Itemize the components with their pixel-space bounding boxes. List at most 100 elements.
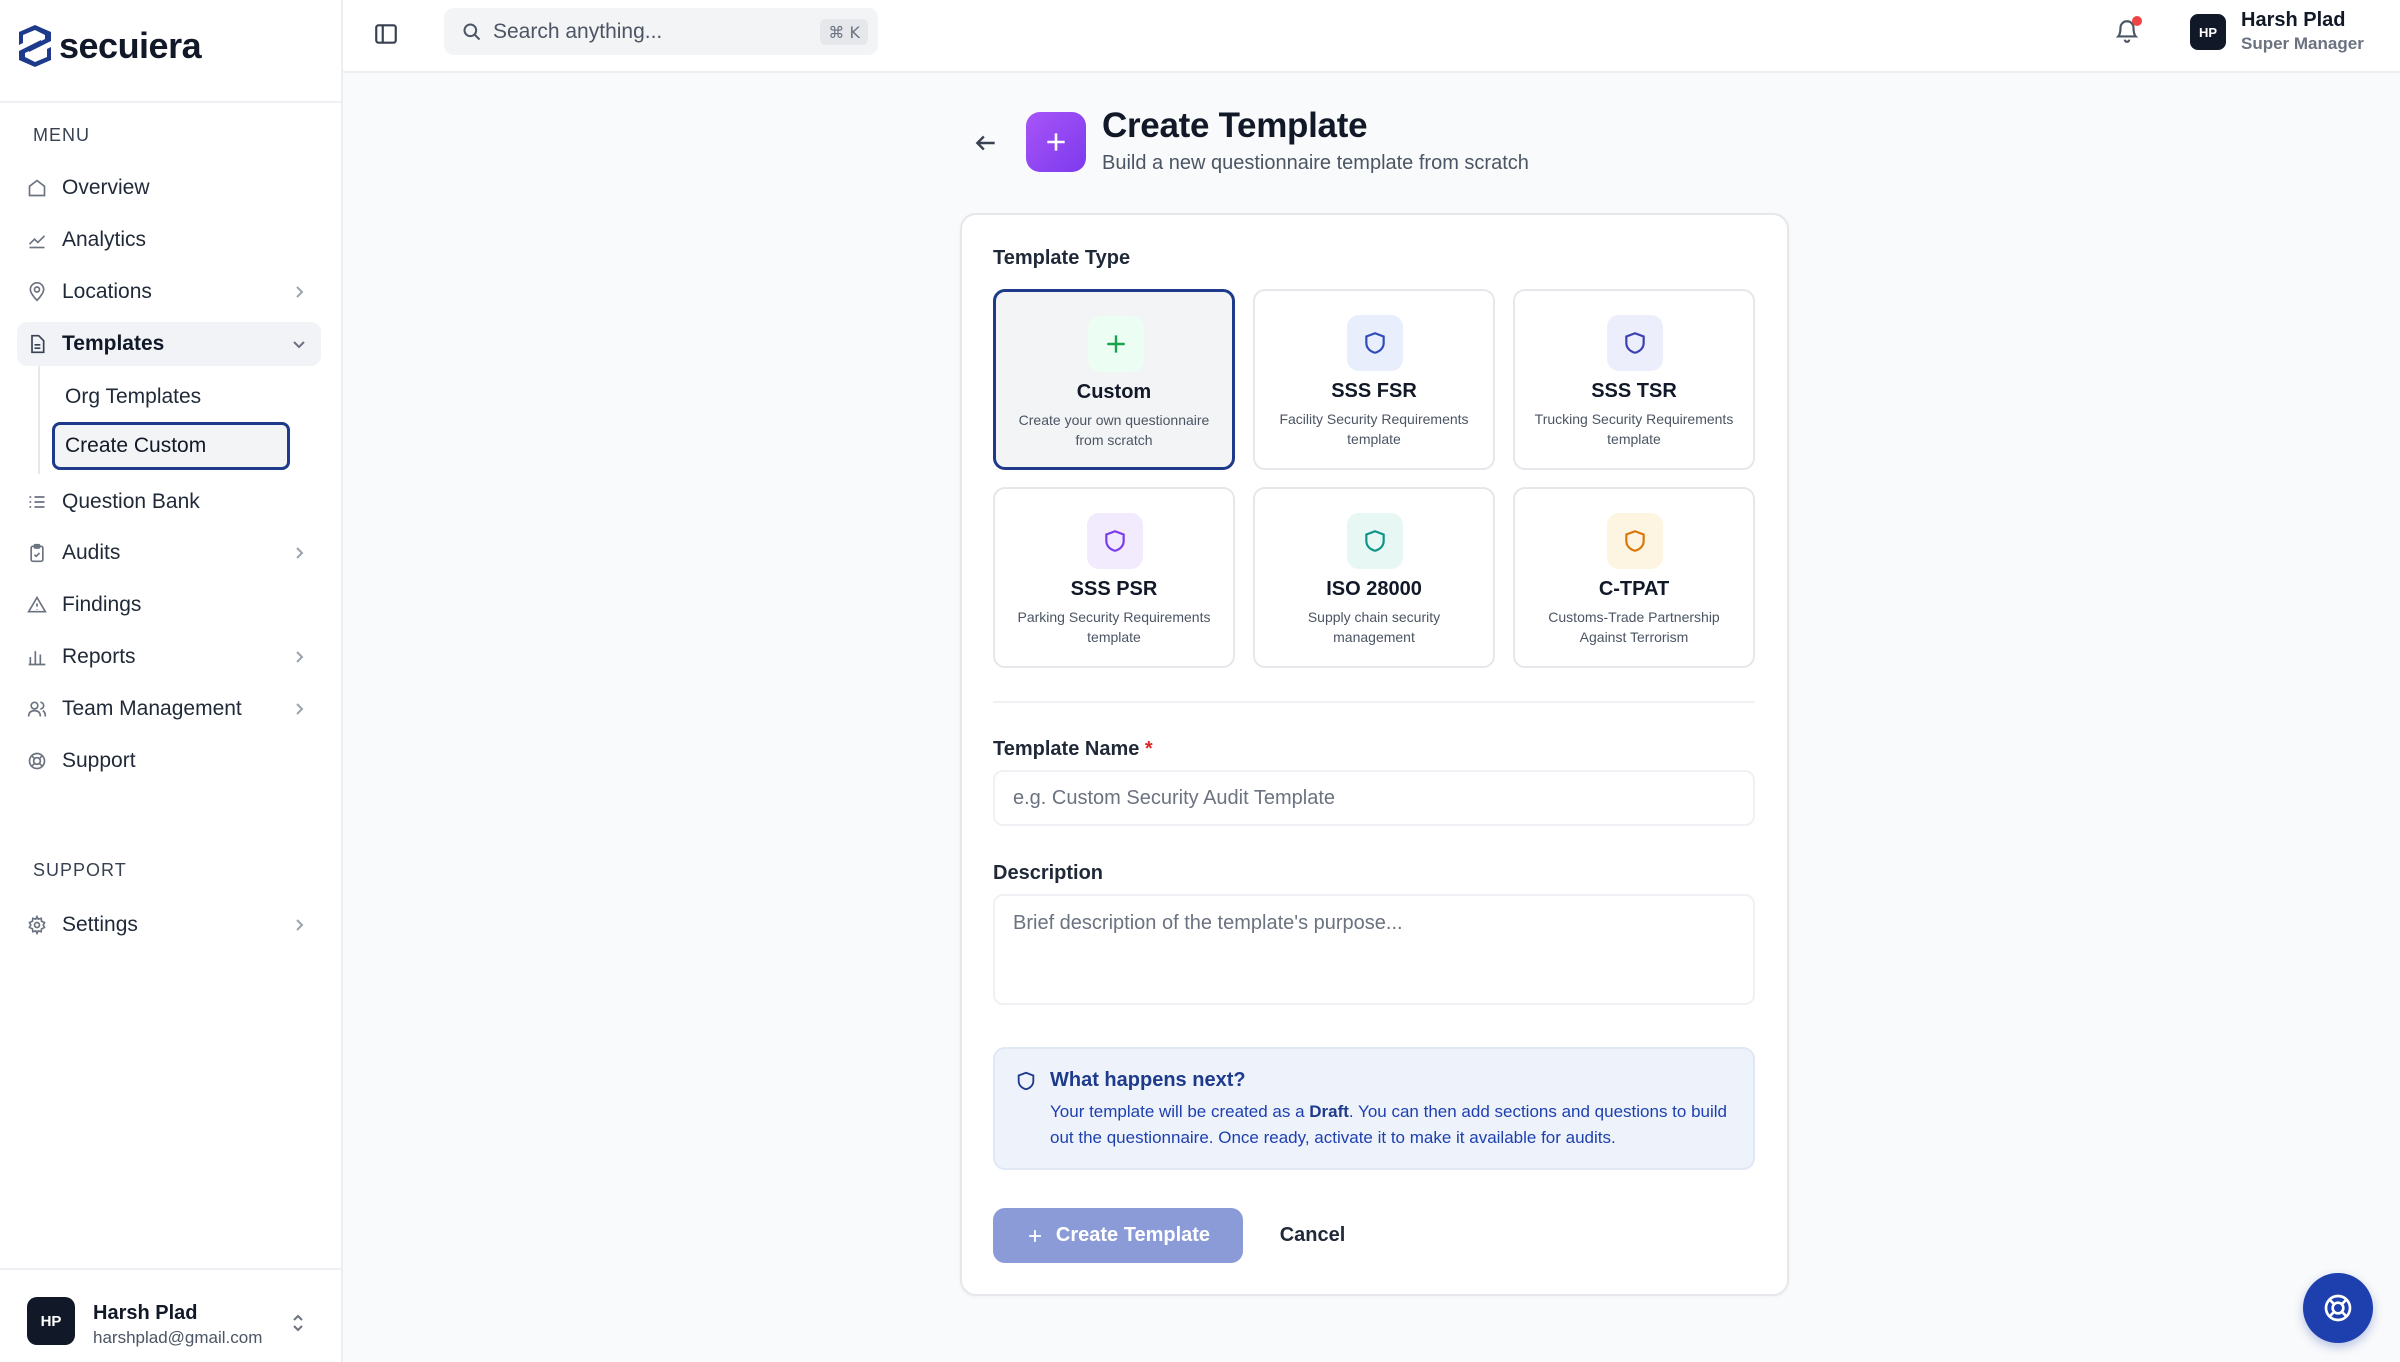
cancel-button[interactable]: Cancel xyxy=(1265,1208,1360,1263)
create-template-button-label: Create Template xyxy=(1055,1224,1211,1246)
back-arrow-icon[interactable] xyxy=(973,130,999,156)
avatar: HP xyxy=(27,1297,75,1345)
chevron-right-icon xyxy=(296,651,304,663)
brand-name: secuiera xyxy=(59,25,202,66)
template-type-desc: Create your own questionnaire from scrat… xyxy=(1018,412,1210,448)
sidebar-item-label: Question Bank xyxy=(62,490,200,513)
chevron-down-icon xyxy=(293,341,305,349)
search-input[interactable]: Search anything... ⌘ K xyxy=(444,8,878,55)
sidebar-subitem-org-templates[interactable]: Org Templates xyxy=(52,373,290,421)
menu-section-label: MENU xyxy=(33,125,90,145)
plus-icon xyxy=(1028,1229,1041,1242)
plus-icon xyxy=(1107,335,1125,353)
search-icon xyxy=(463,23,481,41)
template-name-input[interactable] xyxy=(993,770,1755,826)
sidebar-item-findings[interactable]: Findings xyxy=(17,583,321,627)
template-type-title: Custom xyxy=(1076,381,1152,403)
info-text-part: Your template will be created as a xyxy=(1050,1102,1310,1121)
file-icon xyxy=(31,334,45,354)
info-callout: What happens next? Your template will be… xyxy=(993,1047,1755,1170)
lifebuoy-icon xyxy=(2324,1294,2352,1322)
page-title: Create Template xyxy=(1102,106,1368,145)
topbar: Search anything... ⌘ K HP Harsh Plad Sup… xyxy=(343,0,2400,73)
shield-icon xyxy=(1017,1071,1035,1091)
user-name: Harsh Plad xyxy=(2241,9,2346,31)
info-text: Your template will be created as a Draft… xyxy=(1050,1099,1740,1151)
sidebar-item-team-management[interactable]: Team Management xyxy=(17,687,321,731)
create-template-button[interactable]: Create Template xyxy=(993,1208,1243,1263)
divider xyxy=(0,101,341,103)
help-button[interactable] xyxy=(2303,1273,2373,1343)
plus-icon xyxy=(1047,133,1065,151)
sidebar-item-label: Reports xyxy=(62,645,136,668)
sidebar-item-templates[interactable]: Templates xyxy=(17,322,321,366)
sidebar-item-audits[interactable]: Audits xyxy=(17,531,321,575)
template-type-title: SSS PSR xyxy=(1070,578,1158,600)
sidebar-item-settings[interactable]: Settings xyxy=(17,903,321,947)
template-type-title: ISO 28000 xyxy=(1326,578,1422,600)
search-placeholder: Search anything... xyxy=(493,20,663,43)
sidebar-item-question-bank[interactable]: Question Bank xyxy=(17,480,321,524)
clipboard-icon xyxy=(30,543,44,563)
chevrons-up-down-icon xyxy=(293,1314,303,1332)
trend-icon xyxy=(28,235,46,249)
sidebar-user-menu[interactable]: HP Harsh Plad harshplad@gmail.com xyxy=(0,1268,341,1362)
sidebar-subitem-create-custom[interactable]: Create Custom xyxy=(52,422,290,470)
sidebar-item-reports[interactable]: Reports xyxy=(17,635,321,679)
template-type-title: SSS FSR xyxy=(1331,380,1417,402)
template-type-desc: Trucking Security Requirements template xyxy=(1534,411,1734,447)
avatar: HP xyxy=(2190,14,2226,50)
divider xyxy=(993,701,1755,703)
chevron-right-icon xyxy=(296,547,304,559)
description-label: Description xyxy=(993,862,1104,884)
sidebar-item-locations[interactable]: Locations xyxy=(17,270,321,314)
sidebar-item-label: Analytics xyxy=(62,228,147,251)
template-type-title: C-TPAT xyxy=(1598,578,1670,600)
template-type-sss-psr[interactable]: SSS PSR Parking Security Requirements te… xyxy=(993,487,1235,668)
bar-chart-icon xyxy=(28,651,46,666)
template-type-label: Template Type xyxy=(993,247,1131,269)
brand-logo[interactable]: secuiera xyxy=(17,22,202,70)
template-type-desc: Supply chain security management xyxy=(1307,609,1441,645)
sidebar-item-label: Templates xyxy=(62,332,165,355)
shield-icon xyxy=(1625,530,1645,552)
chevron-right-icon xyxy=(296,286,304,298)
search-shortcut: ⌘ K xyxy=(820,19,868,45)
template-type-custom[interactable]: Custom Create your own questionnaire fro… xyxy=(993,289,1235,470)
info-title: What happens next? xyxy=(1050,1069,1246,1091)
support-section-label: SUPPORT xyxy=(33,860,127,880)
map-pin-icon xyxy=(29,282,45,302)
notification-dot xyxy=(2132,16,2142,26)
template-name-label: Template Name * xyxy=(993,738,1153,761)
gear-icon xyxy=(28,915,46,935)
required-mark: * xyxy=(1144,738,1153,760)
tc-icon-bg xyxy=(1087,513,1143,569)
sidebar-item-label: Audits xyxy=(62,541,121,564)
shield-icon xyxy=(1365,332,1385,354)
chevron-right-icon xyxy=(296,703,304,715)
template-type-sss-fsr[interactable]: SSS FSR Facility Security Requirements t… xyxy=(1253,289,1495,470)
shield-icon xyxy=(1625,332,1645,354)
shield-icon xyxy=(1365,530,1385,552)
list-icon xyxy=(29,496,45,508)
template-type-iso-28000[interactable]: ISO 28000 Supply chain security manageme… xyxy=(1253,487,1495,668)
sidebar-item-analytics[interactable]: Analytics xyxy=(17,218,321,262)
create-template-icon xyxy=(1026,112,1086,172)
warning-icon xyxy=(27,595,47,613)
sidebar-toggle-icon[interactable] xyxy=(373,21,399,47)
user-name: Harsh Plad xyxy=(93,1302,198,1324)
description-textarea[interactable] xyxy=(993,894,1755,1005)
sidebar-item-support[interactable]: Support xyxy=(17,739,321,783)
template-type-sss-tsr[interactable]: SSS TSR Trucking Security Requirements t… xyxy=(1513,289,1755,470)
template-type-title: SSS TSR xyxy=(1591,380,1677,402)
tc-icon-bg xyxy=(1347,513,1403,569)
sidebar-item-overview[interactable]: Overview xyxy=(17,166,321,210)
template-type-c-tpat[interactable]: C-TPAT Customs-Trade Partnership Against… xyxy=(1513,487,1755,668)
template-type-desc: Facility Security Requirements template xyxy=(1279,411,1469,447)
sidebar-item-label: Team Management xyxy=(62,697,242,720)
user-role: Super Manager xyxy=(2241,34,2364,53)
sidebar-item-label: Findings xyxy=(62,593,142,616)
submenu-line xyxy=(38,366,40,474)
sidebar-item-label: Locations xyxy=(62,280,152,303)
user-email: harshplad@gmail.com xyxy=(93,1328,263,1347)
